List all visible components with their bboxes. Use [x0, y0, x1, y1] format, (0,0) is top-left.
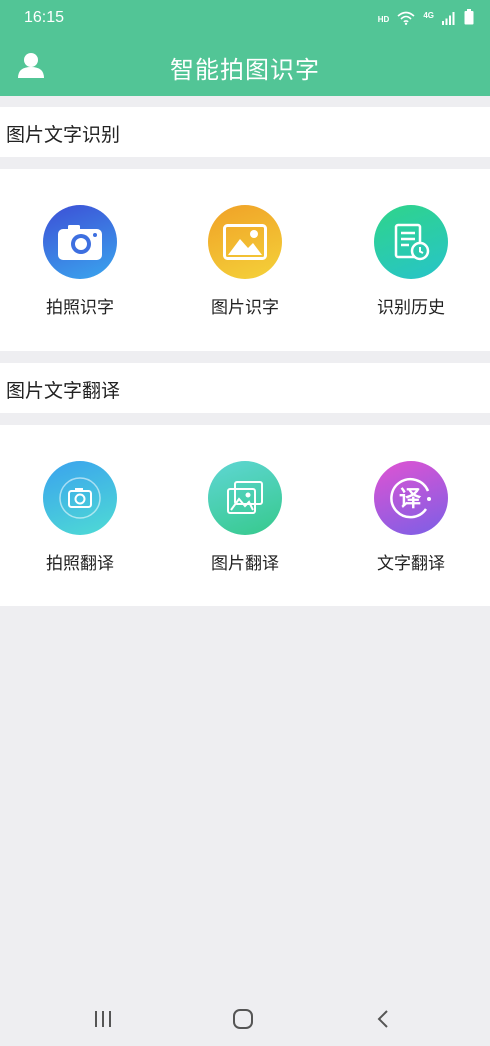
app-title: 智能拍图识字: [170, 56, 320, 84]
image-icon: [208, 205, 282, 279]
status-bar: 16:15 HD 4G: [0, 0, 490, 36]
tile-label: 识别历史: [377, 298, 445, 318]
tile-photo-recognition[interactable]: 拍照识字: [0, 205, 160, 318]
image-translate-icon: [208, 461, 282, 535]
section-title: 图片文字翻译: [6, 380, 121, 402]
recognition-grid: 拍照识字 图片识字 识别历史: [0, 169, 490, 351]
status-time: 16:15: [24, 9, 65, 26]
tile-label: 图片翻译: [211, 554, 279, 574]
app-bar: 智能拍图识字: [0, 36, 490, 96]
tile-image-translation[interactable]: 图片翻译: [165, 461, 325, 574]
camera-icon: [43, 205, 117, 279]
svg-text:译: 译: [399, 487, 422, 512]
battery-icon: [464, 9, 474, 29]
tile-text-translation[interactable]: 译 文字翻译: [331, 461, 490, 574]
home-icon[interactable]: [228, 1006, 258, 1032]
tile-photo-translation[interactable]: 拍照翻译: [0, 461, 160, 574]
history-icon: [374, 205, 448, 279]
camera-translate-icon: [43, 461, 117, 535]
system-nav-bar: [0, 994, 490, 1046]
section-header-translation: 图片文字翻译: [0, 363, 490, 413]
tile-label: 图片识字: [211, 298, 279, 318]
back-icon[interactable]: [368, 1006, 398, 1032]
hd-label: HD: [377, 14, 390, 24]
translation-grid: 拍照翻译 图片翻译 译 文字翻译: [0, 425, 490, 606]
tile-label: 文字翻译: [377, 554, 445, 574]
wifi-icon: [397, 10, 415, 29]
tile-label: 拍照翻译: [46, 554, 114, 574]
status-icons: HD 4G: [378, 9, 474, 29]
recent-apps-icon[interactable]: [88, 1006, 118, 1032]
tile-recognition-history[interactable]: 识别历史: [331, 205, 490, 318]
network-label: 4G: [423, 10, 434, 20]
signal-icon: [442, 10, 456, 29]
section-header-recognition: 图片文字识别: [0, 107, 490, 157]
text-translate-icon: 译: [374, 461, 448, 535]
tile-image-recognition[interactable]: 图片识字: [165, 205, 325, 318]
tile-label: 拍照识字: [46, 298, 114, 318]
section-title: 图片文字识别: [6, 124, 121, 146]
